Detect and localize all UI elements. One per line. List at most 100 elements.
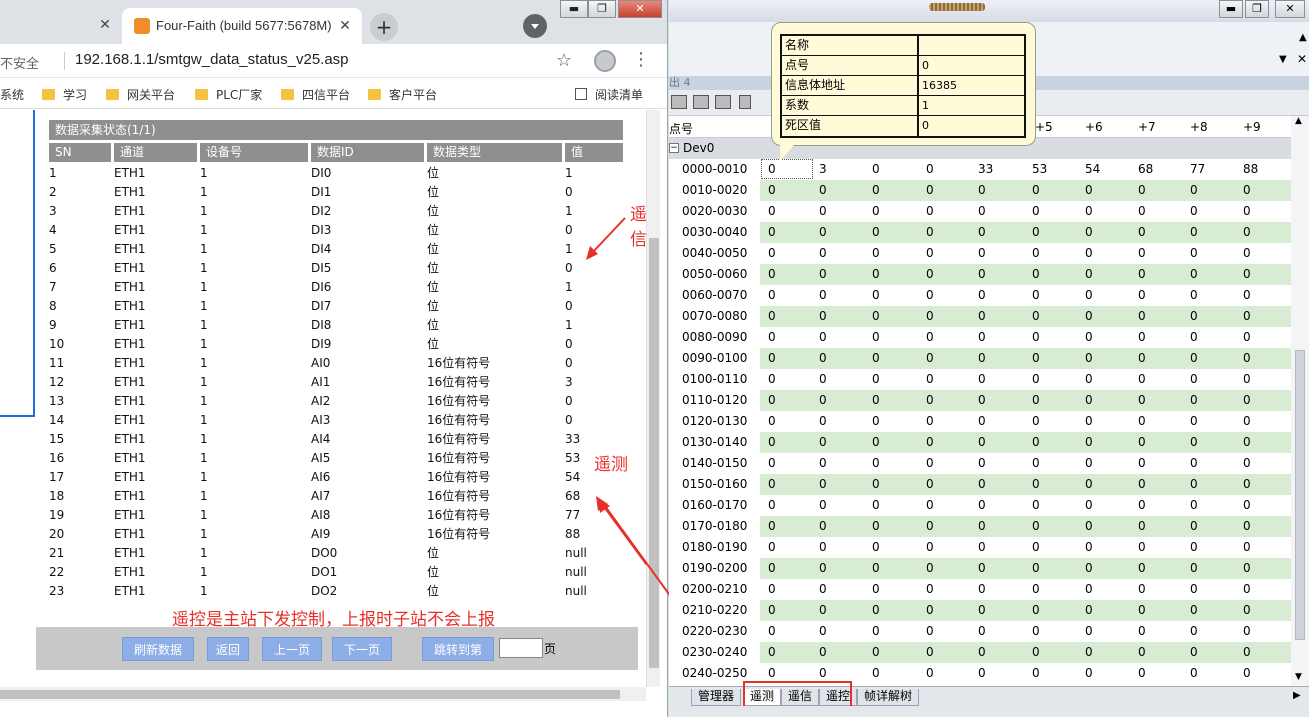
grid-cell[interactable]: 0 [1190, 285, 1198, 306]
grid-cell[interactable]: 0 [1190, 642, 1198, 663]
grid-cell[interactable]: 0 [1190, 348, 1198, 369]
grid-cell[interactable]: 0 [819, 579, 827, 600]
grid-cell[interactable]: 0 [1032, 579, 1040, 600]
grid-cell[interactable]: 0 [926, 516, 934, 537]
grid-cell[interactable]: 0 [926, 327, 934, 348]
grid-cell[interactable]: 0 [819, 516, 827, 537]
grid-row[interactable]: 0140-0150 0 0 0 0 0 0 0 0 0 0 [669, 453, 1291, 474]
grid-cell[interactable]: 0 [1032, 516, 1040, 537]
grid-cell[interactable]: 88 [1243, 159, 1258, 180]
grid-cell[interactable]: 0 [1190, 516, 1198, 537]
grid-cell[interactable]: 0 [1138, 306, 1146, 327]
grid-row[interactable]: 0040-0050 0 0 0 0 0 0 0 0 0 0 [669, 243, 1291, 264]
grid-cell[interactable]: 0 [1138, 474, 1146, 495]
grid-cell[interactable]: 0 [1032, 243, 1040, 264]
grid-row[interactable]: 0030-0040 0 0 0 0 0 0 0 0 0 0 [669, 222, 1291, 243]
grid-cell[interactable]: 0 [1032, 201, 1040, 222]
grid-cell[interactable]: 0 [1190, 600, 1198, 621]
grid-cell[interactable]: 0 [872, 663, 880, 684]
grid-cell[interactable]: 0 [926, 264, 934, 285]
grid-cell[interactable]: 0 [978, 621, 986, 642]
toolbar-minus-icon[interactable] [739, 95, 751, 109]
grid-cell[interactable]: 0 [1190, 474, 1198, 495]
grid-cell[interactable]: 0 [1085, 600, 1093, 621]
grid-cell[interactable]: 0 [819, 558, 827, 579]
grid-cell[interactable]: 0 [1138, 642, 1146, 663]
grid-cell[interactable]: 0 [768, 600, 776, 621]
grid-cell[interactable]: 0 [1138, 453, 1146, 474]
grid-cell[interactable]: 0 [819, 243, 827, 264]
grid-cell[interactable]: 0 [872, 453, 880, 474]
grid-cell[interactable]: 0 [872, 390, 880, 411]
grid-cell[interactable]: 0 [1243, 600, 1251, 621]
grid-cell[interactable]: 0 [1190, 663, 1198, 684]
grid-row[interactable]: 0180-0190 0 0 0 0 0 0 0 0 0 0 [669, 537, 1291, 558]
grid-row[interactable]: 0070-0080 0 0 0 0 0 0 0 0 0 0 [669, 306, 1291, 327]
grid-cell[interactable]: 0 [978, 600, 986, 621]
grid-cell[interactable]: 0 [1138, 663, 1146, 684]
grid-cell[interactable]: 33 [978, 159, 993, 180]
grid-cell[interactable]: 0 [926, 201, 934, 222]
grid-cell[interactable]: 0 [978, 642, 986, 663]
bookmark-item[interactable]: 四信平台 [281, 86, 350, 103]
grid-cell[interactable]: 0 [1085, 663, 1093, 684]
grid-cell[interactable]: 0 [1243, 474, 1251, 495]
grid-cell[interactable]: 0 [1032, 327, 1040, 348]
bookmark-item[interactable]: 学习 [42, 86, 87, 103]
grid-cell[interactable]: 0 [872, 180, 880, 201]
grid-cell[interactable]: 0 [872, 621, 880, 642]
grid-cell[interactable]: 0 [1138, 558, 1146, 579]
grid-cell[interactable]: 0 [1032, 285, 1040, 306]
grid-cell[interactable]: 0 [978, 222, 986, 243]
grid-row[interactable]: 0210-0220 0 0 0 0 0 0 0 0 0 0 [669, 600, 1291, 621]
grid-cell[interactable]: 0 [872, 348, 880, 369]
grid-cell[interactable]: 0 [1085, 180, 1093, 201]
grid-cell[interactable]: 0 [872, 579, 880, 600]
grid-cell[interactable]: 0 [1085, 348, 1093, 369]
grid-cell[interactable]: 0 [978, 663, 986, 684]
grid-cell[interactable]: 0 [872, 516, 880, 537]
grid-cell[interactable]: 0 [978, 201, 986, 222]
grid-cell[interactable]: 0 [819, 600, 827, 621]
grid-cell[interactable]: 0 [978, 348, 986, 369]
grid-cell[interactable]: 0 [1032, 474, 1040, 495]
grid-cell[interactable]: 0 [1243, 369, 1251, 390]
grid-cell[interactable]: 0 [926, 537, 934, 558]
grid-cell[interactable]: 0 [819, 642, 827, 663]
grid-cell[interactable]: 0 [1085, 558, 1093, 579]
grid-cell[interactable]: 0 [926, 432, 934, 453]
grid-row[interactable]: 0200-0210 0 0 0 0 0 0 0 0 0 0 [669, 579, 1291, 600]
scrollbar-thumb[interactable] [0, 690, 620, 699]
grid-cell[interactable]: 0 [978, 285, 986, 306]
grid-row[interactable]: 0080-0090 0 0 0 0 0 0 0 0 0 0 [669, 327, 1291, 348]
media-control-icon[interactable] [523, 14, 547, 38]
browser-tab-previous[interactable]: ✕ [0, 8, 122, 44]
scroll-down-icon[interactable]: ▼ [1295, 672, 1302, 682]
grid-cell[interactable]: 0 [1032, 600, 1040, 621]
grid-cell[interactable]: 0 [1085, 453, 1093, 474]
bookmark-item[interactable]: PLC厂家 [195, 86, 262, 103]
grid-cell[interactable]: 0 [926, 579, 934, 600]
grid-cell[interactable]: 0 [926, 642, 934, 663]
grid-cell[interactable]: 0 [978, 306, 986, 327]
grid-cell[interactable]: 0 [872, 243, 880, 264]
tab-manager[interactable]: 管理器 [691, 689, 742, 706]
back-button[interactable]: 返回 [207, 637, 249, 661]
grid-cell[interactable]: 0 [1085, 243, 1093, 264]
grid-cell[interactable]: 0 [819, 453, 827, 474]
bookmark-item[interactable]: 客户平台 [368, 86, 437, 103]
grid-cell[interactable]: 0 [768, 369, 776, 390]
grid-cell[interactable]: 0 [819, 222, 827, 243]
grid-cell[interactable]: 0 [1190, 537, 1198, 558]
grid-cell[interactable]: 0 [819, 390, 827, 411]
close-icon[interactable]: ✕ [1297, 52, 1307, 66]
caret-up-icon[interactable]: ▲ [1299, 32, 1307, 43]
scrollbar-thumb[interactable] [1295, 350, 1305, 640]
grid-cell[interactable]: 0 [1032, 558, 1040, 579]
grid-cell[interactable]: 0 [1085, 306, 1093, 327]
grid-cell[interactable]: 0 [819, 201, 827, 222]
menu-kebab-icon[interactable]: ⋮ [632, 49, 650, 70]
close-icon[interactable]: ✕ [336, 17, 354, 35]
grid-cell[interactable]: 0 [926, 348, 934, 369]
grid-cell[interactable]: 0 [872, 369, 880, 390]
